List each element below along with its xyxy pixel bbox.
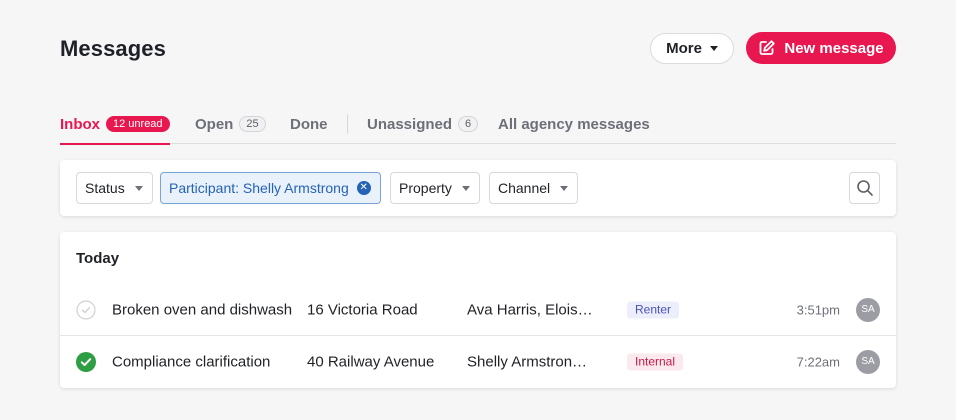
- message-time: 3:51pm: [796, 302, 840, 317]
- message-participants: Ava Harris, Elois…: [467, 301, 593, 318]
- tab-unassigned-label: Unassigned: [367, 115, 453, 133]
- tab-open-label: Open: [195, 115, 234, 133]
- chevron-down-icon: [461, 185, 470, 191]
- message-tabs: Inbox 12 unread Open 25 Done Unassigned …: [60, 104, 896, 145]
- count-badge: 25: [239, 116, 266, 132]
- list-item[interactable]: Compliance clarification 40 Railway Aven…: [60, 336, 896, 388]
- property-filter[interactable]: Property: [390, 172, 480, 204]
- list-item[interactable]: Broken oven and dishwash 16 Victoria Roa…: [60, 284, 896, 336]
- new-message-button[interactable]: New message: [746, 32, 896, 64]
- message-subject: Compliance clarification: [112, 353, 271, 371]
- more-button[interactable]: More: [650, 33, 734, 64]
- tab-inbox-label: Inbox: [60, 115, 100, 133]
- section-title: Today: [76, 250, 120, 267]
- tab-inbox[interactable]: Inbox 12 unread: [60, 104, 170, 145]
- avatar[interactable]: SA: [856, 297, 880, 322]
- message-property: 16 Victoria Road: [307, 301, 418, 318]
- count-badge: 6: [458, 116, 479, 132]
- participant-chip-label: Participant: Shelly Armstrong: [169, 180, 349, 196]
- participant-filter-chip[interactable]: Participant: Shelly Armstrong ✕: [160, 172, 381, 204]
- search-icon: [856, 180, 873, 196]
- tab-divider: [347, 114, 348, 134]
- property-filter-label: Property: [399, 180, 452, 196]
- search-button[interactable]: [849, 172, 880, 204]
- tab-done-label: Done: [290, 115, 328, 133]
- tab-done[interactable]: Done: [290, 104, 328, 144]
- chevron-down-icon: [709, 46, 718, 51]
- message-time: 7:22am: [796, 354, 840, 370]
- tab-unassigned[interactable]: Unassigned 6: [367, 104, 479, 144]
- circle-check-filled-icon[interactable]: [76, 352, 96, 372]
- message-subject: Broken oven and dishwash: [112, 301, 293, 318]
- tag-badge: Internal: [627, 353, 684, 371]
- filter-bar: Status Participant: Shelly Armstrong ✕ P…: [60, 160, 896, 216]
- message-property: 40 Railway Avenue: [307, 353, 435, 371]
- chevron-down-icon: [560, 185, 569, 191]
- tab-all-agency-label: All agency messages: [498, 115, 650, 133]
- channel-filter[interactable]: Channel: [489, 172, 579, 204]
- tab-all-agency-messages[interactable]: All agency messages: [498, 104, 650, 144]
- status-filter[interactable]: Status: [76, 172, 153, 204]
- tag-badge: Renter: [627, 301, 680, 318]
- more-button-label: More: [666, 40, 702, 57]
- new-message-label: New message: [784, 39, 884, 57]
- circle-check-outline-icon[interactable]: [76, 299, 96, 320]
- status-filter-label: Status: [85, 180, 125, 196]
- avatar[interactable]: SA: [856, 350, 880, 374]
- tab-open[interactable]: Open 25: [195, 104, 266, 144]
- chevron-down-icon: [134, 185, 143, 191]
- compose-icon: [759, 40, 776, 55]
- message-participants: Shelly Armstron…: [467, 353, 588, 371]
- page-title: Messages: [60, 36, 166, 61]
- channel-filter-label: Channel: [498, 180, 551, 196]
- unread-badge: 12 unread: [106, 116, 170, 132]
- close-circle-icon[interactable]: ✕: [356, 181, 371, 195]
- message-list: Today Broken oven and dishwash 16 Victor…: [60, 232, 896, 388]
